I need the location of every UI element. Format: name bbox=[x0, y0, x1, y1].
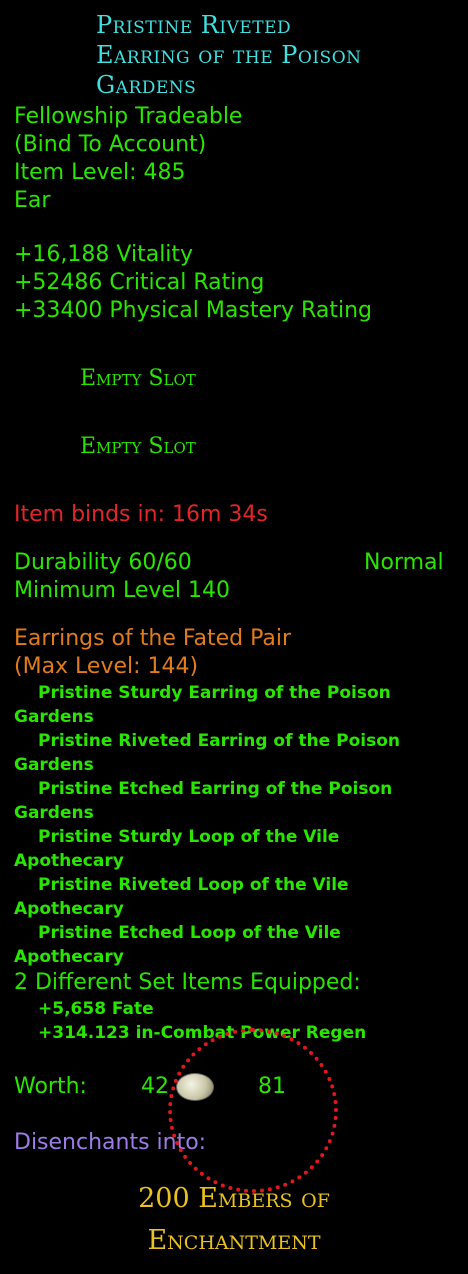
durability: Durability 60/60 bbox=[14, 550, 192, 575]
set-item: Pristine Sturdy Earring of the Poison bbox=[38, 683, 391, 703]
set-item: Pristine Riveted Earring of the Poison bbox=[38, 731, 400, 751]
set-equipped-count: 2 Different Set Items Equipped: bbox=[14, 970, 361, 995]
worth-label: Worth: bbox=[14, 1074, 87, 1099]
worth-gold: 42 bbox=[141, 1074, 169, 1099]
annotation-circle bbox=[168, 1028, 338, 1193]
set-max-level: (Max Level: 144) bbox=[14, 654, 199, 679]
set-name: Earrings of the Fated Pair bbox=[14, 626, 292, 651]
set-item: Pristine Sturdy Loop of the Vile bbox=[38, 827, 340, 847]
minimum-level: Minimum Level 140 bbox=[14, 578, 231, 603]
set-item: Pristine Etched Earring of the Poison bbox=[38, 779, 393, 799]
stat-line: +52486 Critical Rating bbox=[14, 270, 265, 295]
item-title: Pristine Riveted Earring of the Poison G… bbox=[96, 11, 362, 99]
set-bonus: +314.123 in-Combat Power Regen bbox=[38, 1023, 367, 1043]
stat-line: +16,188 Vitality bbox=[14, 242, 194, 267]
set-bonus: +5,658 Fate bbox=[38, 999, 154, 1019]
binds-in-timer: Item binds in: 16m 34s bbox=[14, 502, 268, 527]
set-item: Pristine Etched Loop of the Vile bbox=[38, 923, 341, 943]
set-item: Pristine Riveted Loop of the Vile bbox=[38, 875, 349, 895]
stat-line: +33400 Physical Mastery Rating bbox=[14, 298, 372, 323]
set-item-list: Pristine Sturdy Earring of the Poison Ga… bbox=[14, 683, 400, 967]
durability-quality: Normal bbox=[364, 550, 444, 575]
empty-slot: Empty Slot bbox=[80, 434, 196, 459]
bind-text: (Bind To Account) bbox=[14, 132, 207, 157]
tradeable-text: Fellowship Tradeable bbox=[14, 104, 243, 129]
empty-slot: Empty Slot bbox=[80, 366, 196, 391]
item-level: Item Level: 485 bbox=[14, 160, 186, 185]
item-slot: Ear bbox=[14, 188, 51, 213]
